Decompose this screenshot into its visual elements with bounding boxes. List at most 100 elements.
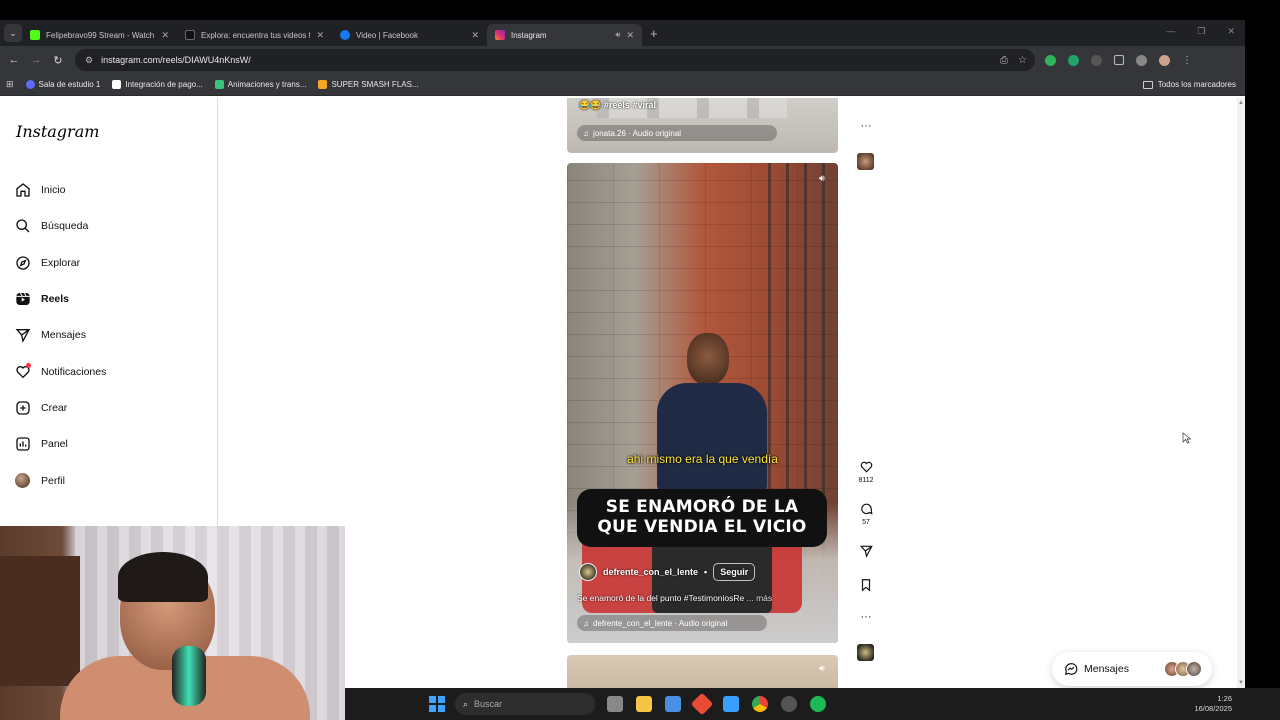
scroll-down-arrow-icon[interactable]: ▼: [1238, 680, 1244, 686]
sidebar-item-panel[interactable]: Panel: [14, 426, 106, 462]
author-username[interactable]: defrente_con_el_lente: [603, 567, 698, 577]
tab-instagram[interactable]: Instagram 🔊︎ ✕: [487, 24, 642, 46]
back-button[interactable]: ←: [3, 54, 25, 66]
sidebar-item-crear[interactable]: Crear: [14, 390, 106, 426]
sidebar-item-busqueda[interactable]: Búsqueda: [14, 208, 106, 244]
new-tab-button[interactable]: +: [650, 26, 658, 41]
app-icon[interactable]: [781, 696, 797, 712]
tab-tiktok[interactable]: Explora: encuentra tus videos fa ✕: [177, 24, 332, 46]
next-reel[interactable]: 🔊︎: [567, 655, 838, 688]
headline-line: SE ENAMORÓ DE LA: [605, 497, 799, 517]
reel-audio[interactable]: ♫ jonata.26 · Audio original: [577, 125, 777, 141]
close-window-button[interactable]: ✕: [1227, 26, 1235, 37]
task-view-icon[interactable]: [607, 696, 623, 712]
more-options-icon[interactable]: ···: [857, 611, 875, 623]
speaker-icon[interactable]: 🔊︎: [615, 30, 620, 40]
minimize-button[interactable]: —: [1166, 26, 1175, 37]
address-toolbar: ← → ↻ ⚙ instagram.com/reels/DIAWU4nKnsW/…: [0, 46, 1245, 74]
save-button[interactable]: [857, 578, 875, 592]
bookmark-item[interactable]: Animaciones y trans...: [214, 80, 307, 89]
tab-facebook[interactable]: Video | Facebook ✕: [332, 24, 487, 46]
windows-start-button[interactable]: [429, 696, 445, 712]
audio-label: defrente_con_el_lente · Audio original: [593, 618, 728, 628]
install-app-icon[interactable]: ⎙: [1000, 55, 1008, 66]
avatar: [1186, 661, 1202, 677]
more-menu-icon[interactable]: ⋮: [1182, 55, 1192, 66]
close-icon[interactable]: ✕: [471, 30, 479, 41]
reel-actions: ··· 8112 57 ···: [857, 98, 875, 688]
close-icon[interactable]: ✕: [316, 30, 324, 41]
profile-avatar[interactable]: [1159, 54, 1170, 66]
message-avatars: [1164, 661, 1202, 677]
heart-icon: [860, 461, 872, 473]
follow-button[interactable]: Seguir: [713, 563, 756, 581]
sidebar-item-label: Inicio: [41, 184, 66, 197]
extension-icon[interactable]: [1045, 54, 1056, 66]
messages-button[interactable]: Mensajes: [1052, 652, 1212, 686]
app-icon[interactable]: [690, 692, 714, 716]
puzzle-extensions-icon[interactable]: [1114, 55, 1124, 65]
sidebar-item-inicio[interactable]: Inicio: [14, 172, 106, 208]
audio-thumb[interactable]: [857, 644, 874, 661]
prev-reel-audio-thumb[interactable]: [857, 153, 874, 170]
sidebar-item-reels[interactable]: Reels: [14, 281, 106, 317]
caption-more-link[interactable]: ... más: [747, 593, 773, 603]
person-shirt: [657, 383, 767, 493]
volume-icon[interactable]: 🔊︎: [816, 173, 828, 185]
site-info-icon[interactable]: ⚙: [85, 55, 93, 66]
video-subtitle: ahi mismo era la que vendía: [627, 452, 778, 466]
comment-icon: [860, 503, 872, 515]
more-options-icon[interactable]: ···: [857, 120, 875, 132]
restore-button[interactable]: ❐: [1197, 26, 1205, 37]
folder-icon: [1142, 80, 1153, 89]
tab-strip: ⌄ Felipebravo99 Stream - Watch ✕ Explora…: [0, 20, 1245, 46]
bookmark-item[interactable]: Sala de estudio 1: [25, 80, 100, 89]
bookmark-favicon-icon: [112, 80, 122, 89]
media-control-icon[interactable]: [1136, 54, 1147, 66]
close-icon[interactable]: ✕: [626, 30, 634, 41]
sidebar-item-label: Búsqueda: [41, 220, 89, 233]
extension-icon[interactable]: [1068, 54, 1079, 66]
taskbar-search[interactable]: ⌕ Buscar: [455, 693, 595, 715]
file-explorer-icon[interactable]: [636, 696, 652, 712]
volume-icon[interactable]: 🔊︎: [816, 663, 828, 675]
instagram-logo[interactable]: Instagram: [16, 122, 99, 141]
app-icon[interactable]: [723, 696, 739, 712]
chrome-icon[interactable]: [752, 696, 768, 712]
reels-icon: [14, 291, 31, 308]
comment-button[interactable]: 57: [857, 502, 875, 526]
page-scrollbar[interactable]: ▲ ▼: [1237, 98, 1245, 688]
sidebar-item-perfil[interactable]: Perfil: [14, 462, 106, 498]
apps-grid-icon[interactable]: ⊞: [6, 79, 14, 90]
store-icon[interactable]: [665, 696, 681, 712]
all-bookmarks-button[interactable]: Todos los marcadores: [1142, 80, 1236, 89]
extension-icon[interactable]: [1091, 54, 1102, 66]
previous-reel[interactable]: 😂😂 #reels #viral ♫ jonata.26 · Audio ori…: [567, 98, 838, 153]
tab-kick[interactable]: Felipebravo99 Stream - Watch ✕: [22, 24, 177, 46]
bookmark-item[interactable]: SUPER SMASH FLAS...: [318, 80, 419, 89]
share-button[interactable]: [857, 544, 875, 558]
reel-audio[interactable]: ♫ defrente_con_el_lente · Audio original: [577, 615, 767, 631]
spotify-icon[interactable]: [810, 696, 826, 712]
sidebar-item-explorar[interactable]: Explorar: [14, 245, 106, 281]
tab-search-button[interactable]: ⌄: [4, 24, 22, 42]
close-icon[interactable]: ✕: [161, 30, 169, 41]
separator-dot: •: [704, 567, 708, 577]
clock-date: 16/08/2025: [1194, 704, 1232, 713]
reel-caption[interactable]: Se enamoró de la del punto #TestimoniosR…: [577, 593, 827, 603]
author-avatar[interactable]: [579, 563, 597, 581]
taskbar-clock[interactable]: 1:26 16/08/2025: [1194, 694, 1232, 714]
current-reel[interactable]: 🔊︎ ahi mismo era la que vendía SE ENAMOR…: [567, 163, 838, 643]
sidebar-item-label: Perfil: [41, 474, 65, 487]
reel-author: defrente_con_el_lente • Seguir: [579, 563, 756, 581]
reload-button[interactable]: ↻: [47, 54, 69, 67]
bookmark-label: Animaciones y trans...: [227, 80, 307, 89]
scroll-up-arrow-icon[interactable]: ▲: [1238, 100, 1244, 106]
sidebar-item-mensajes[interactable]: Mensajes: [14, 317, 106, 353]
like-button[interactable]: 8112: [857, 460, 875, 484]
bookmark-item[interactable]: Integración de pago...: [112, 80, 203, 89]
sidebar-item-notificaciones[interactable]: Notificaciones: [14, 353, 106, 389]
address-bar[interactable]: ⚙ instagram.com/reels/DIAWU4nKnsW/ ⎙ ☆: [75, 49, 1035, 71]
bookmark-star-icon[interactable]: ☆: [1018, 55, 1027, 66]
forward-button[interactable]: →: [25, 54, 47, 66]
